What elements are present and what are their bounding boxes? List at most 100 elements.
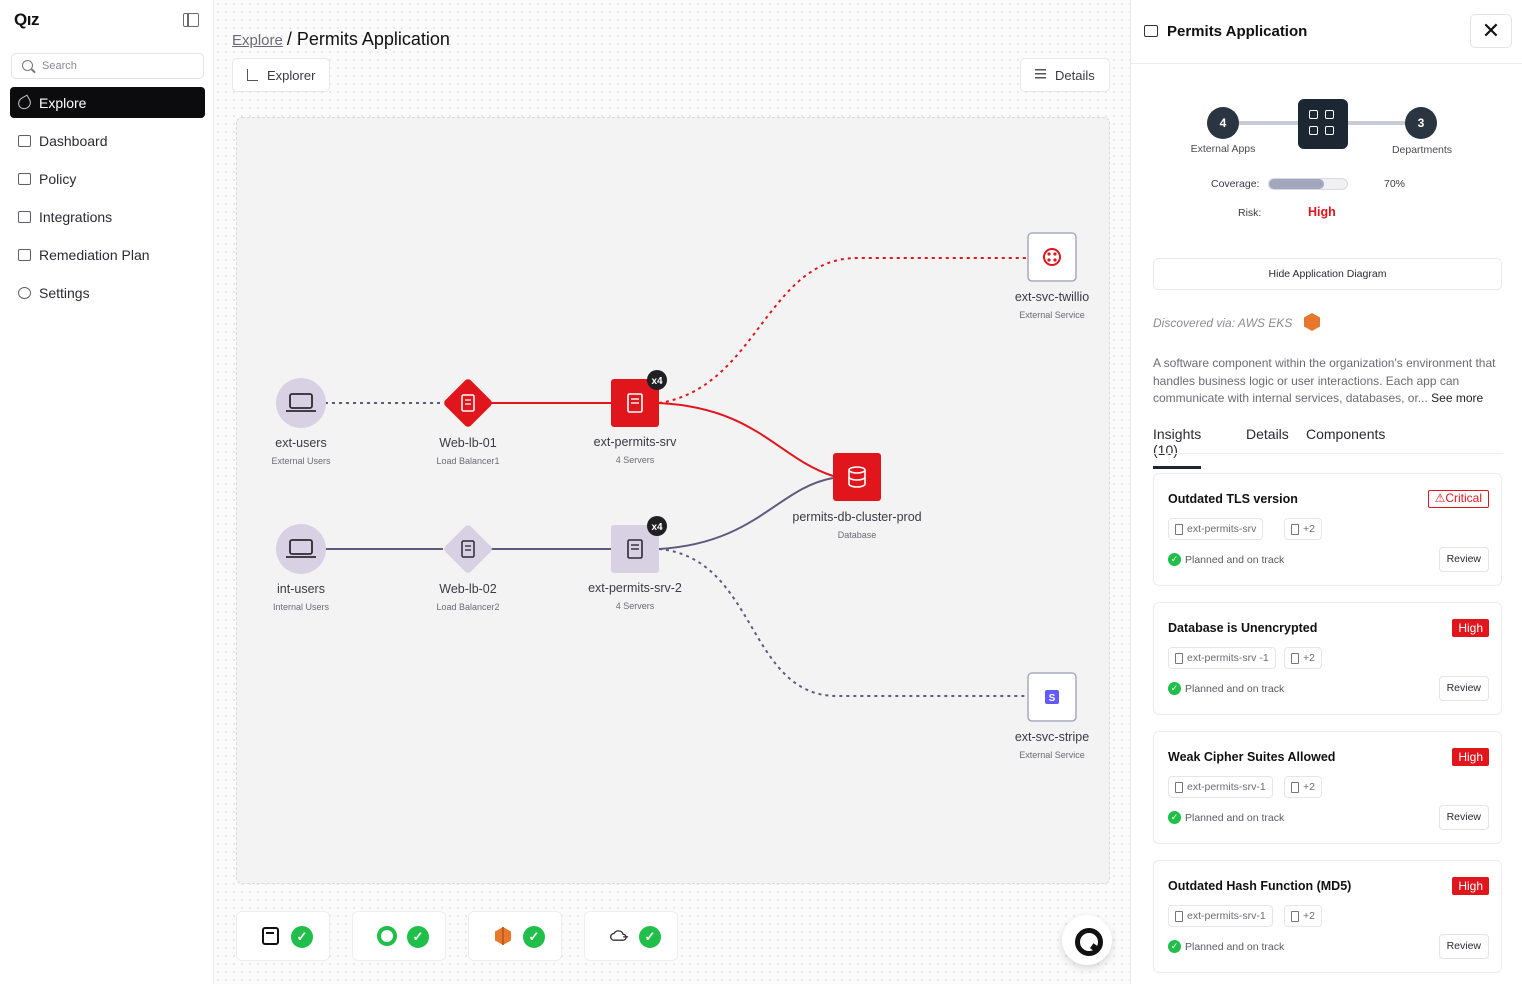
resource-chip[interactable]: ext-permits-srv-1	[1168, 905, 1273, 927]
node-int-users	[276, 524, 326, 574]
sidebar-item-dashboard[interactable]: Dashboard	[10, 125, 205, 156]
review-button[interactable]: Review	[1438, 805, 1489, 830]
insight-card[interactable]: Outdated TLS version ⚠Critical ext-permi…	[1153, 473, 1502, 586]
explorer-button[interactable]: Explorer	[232, 58, 331, 92]
breadcrumb: Explore / Permits Application	[232, 29, 450, 49]
sidebar-item-label: Explore	[39, 94, 87, 111]
search-placeholder: Search	[42, 60, 77, 72]
node-web-lb-01	[444, 379, 492, 427]
insight-card[interactable]: Database is Unencrypted High ext-permits…	[1153, 602, 1502, 715]
node-sublabel: External Service	[1019, 750, 1085, 760]
cloud-plug-icon	[610, 930, 629, 941]
risk-label: Risk:	[1238, 207, 1262, 219]
node-ext-users	[276, 378, 326, 428]
severity-badge: High	[1452, 748, 1489, 766]
departments-label: Departments	[1391, 144, 1453, 156]
details-button[interactable]: Details	[1020, 58, 1110, 92]
search-icon	[22, 60, 33, 71]
sidebar-item-label: Integrations	[39, 208, 113, 225]
tab-components[interactable]: Components	[1306, 426, 1385, 442]
telescope-icon	[15, 94, 34, 111]
policy-icon	[18, 172, 31, 185]
node-ext-svc-twillio	[1027, 232, 1077, 282]
node-label: ext-svc-twillio	[1014, 290, 1090, 304]
tree-icon	[247, 69, 258, 81]
window-icon	[1144, 25, 1158, 37]
node-ext-svc-stripe: S	[1027, 672, 1077, 722]
application-diagram[interactable]: x4 x4 S ext-users External Users Web-lb-…	[236, 117, 1110, 884]
gear-icon	[18, 286, 31, 299]
remediation-icon	[18, 248, 31, 261]
node-sublabel: Internal Users	[272, 602, 330, 612]
insight-card[interactable]: Weak Cipher Suites Allowed High ext-perm…	[1153, 731, 1502, 844]
sidebar-item-explore[interactable]: Explore	[10, 87, 205, 118]
sidebar-item-label: Dashboard	[39, 132, 108, 149]
close-icon: ✕	[1481, 18, 1501, 43]
aws-icon	[1304, 313, 1320, 331]
sidebar-item-settings[interactable]: Settings	[10, 277, 205, 308]
more-resources-chip[interactable]: +2	[1284, 647, 1322, 669]
risk-value: High	[1308, 205, 1336, 219]
app-logo[interactable]: Qız	[14, 10, 39, 30]
assistant-button[interactable]	[1062, 915, 1112, 965]
qoz-book-icon	[262, 927, 279, 945]
integration-card[interactable]: ✓	[352, 911, 446, 961]
more-resources-chip[interactable]: +2	[1284, 776, 1322, 798]
insight-card[interactable]: Outdated Hash Function (MD5) High ext-pe…	[1153, 860, 1502, 973]
review-button[interactable]: Review	[1438, 676, 1489, 701]
node-label: ext-svc-stripe	[1014, 730, 1090, 744]
resource-chip[interactable]: ext-permits-srv -1	[1168, 647, 1276, 669]
integrations-icon	[18, 210, 31, 223]
breadcrumb-explore-link[interactable]: Explore	[232, 32, 283, 49]
departments-count[interactable]: 3	[1405, 107, 1437, 139]
search-input[interactable]: Search	[11, 53, 204, 79]
panel-header: Permits Application ✕	[1131, 0, 1522, 64]
node-label: Web-lb-01	[439, 436, 497, 450]
list-icon	[1035, 69, 1046, 81]
node-permits-db-cluster-prod	[833, 453, 881, 501]
sidebar-nav: Explore Dashboard Policy Integrations Re…	[10, 87, 205, 315]
applications-grid-icon[interactable]	[1298, 99, 1348, 149]
remediation-status: Planned and on track	[1168, 811, 1284, 824]
node-sublabel: 4 Servers	[615, 601, 655, 611]
hide-diagram-button[interactable]: Hide Application Diagram	[1153, 258, 1502, 290]
sidebar: Qız Search Explore Dashboard Policy Inte…	[0, 0, 214, 984]
external-apps-count[interactable]: 4	[1207, 107, 1239, 139]
sidebar-item-integrations[interactable]: Integrations	[10, 201, 205, 232]
sidebar-collapse-icon[interactable]	[183, 13, 199, 27]
sidebar-item-policy[interactable]: Policy	[10, 163, 205, 194]
integration-card[interactable]: ✓	[584, 911, 678, 961]
details-button-label: Details	[1055, 67, 1095, 83]
external-apps-label: External Apps	[1190, 143, 1256, 155]
tab-divider	[1153, 453, 1503, 454]
remediation-status: Planned and on track	[1168, 682, 1284, 695]
tab-insights[interactable]: Insights (10)	[1153, 426, 1202, 469]
more-resources-chip[interactable]: +2	[1284, 905, 1322, 927]
coverage-bar-fill	[1269, 179, 1324, 189]
node-label: Web-lb-02	[439, 582, 497, 596]
integration-card[interactable]: ✓	[236, 911, 330, 961]
tab-details[interactable]: Details	[1246, 426, 1289, 442]
more-resources-chip[interactable]: +2	[1284, 518, 1322, 540]
remediation-status: Planned and on track	[1168, 940, 1284, 953]
resource-chip[interactable]: ext-permits-srv	[1168, 518, 1264, 540]
insight-title: Weak Cipher Suites Allowed	[1168, 750, 1336, 764]
diagram-svg: x4 x4 S	[276, 232, 1077, 722]
main-area: Explore / Permits Application Explorer Det…	[214, 0, 1130, 984]
check-icon: ✓	[407, 926, 429, 948]
sidebar-item-remediation-plan[interactable]: Remediation Plan	[10, 239, 205, 270]
resource-chip[interactable]: ext-permits-srv-1	[1168, 776, 1273, 798]
svg-text:S: S	[1049, 693, 1056, 704]
node-label: ext-permits-srv	[593, 435, 677, 449]
severity-badge: High	[1452, 877, 1489, 895]
review-button[interactable]: Review	[1438, 547, 1489, 572]
app-description: A software component within the organiza…	[1153, 355, 1505, 408]
review-button[interactable]: Review	[1438, 934, 1489, 959]
node-ext-permits-srv-2: x4	[611, 516, 667, 573]
node-sublabel: External Service	[1019, 310, 1085, 320]
see-more-link[interactable]: See more	[1431, 391, 1483, 405]
integration-card[interactable]: ✓	[468, 911, 562, 961]
close-button[interactable]: ✕	[1470, 14, 1512, 48]
node-sublabel: Database	[837, 530, 877, 540]
edge-srv-twillio	[658, 257, 1027, 404]
